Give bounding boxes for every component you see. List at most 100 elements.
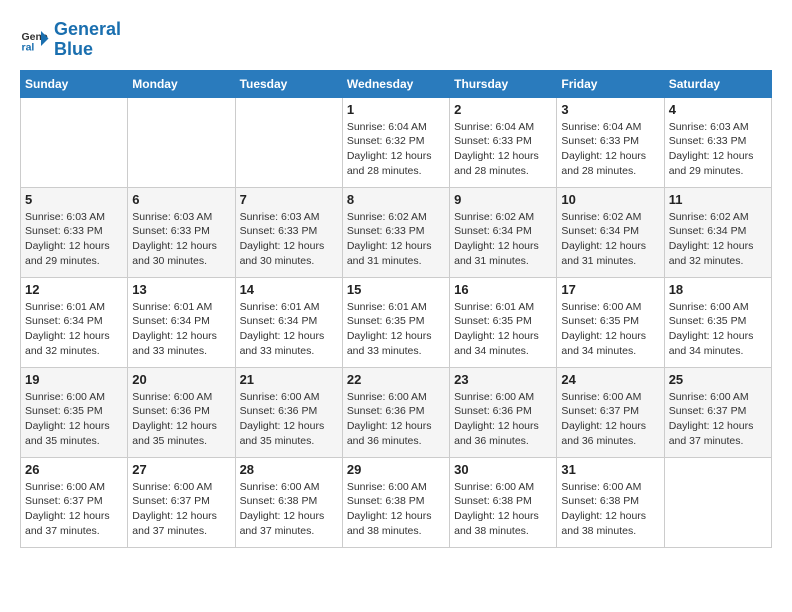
day-number: 9 [454,192,552,207]
calendar-cell: 1Sunrise: 6:04 AM Sunset: 6:32 PM Daylig… [342,97,449,187]
calendar-cell: 7Sunrise: 6:03 AM Sunset: 6:33 PM Daylig… [235,187,342,277]
day-info: Sunrise: 6:02 AM Sunset: 6:33 PM Dayligh… [347,210,445,269]
column-header-thursday: Thursday [450,70,557,97]
logo-text-line1: General [54,20,121,40]
day-number: 23 [454,372,552,387]
day-number: 6 [132,192,230,207]
calendar-cell: 6 Sunrise: 6:03 AM Sunset: 6:33 PM Daylig… [128,187,235,277]
day-number: 30 [454,462,552,477]
calendar-cell: 22Sunrise: 6:00 AM Sunset: 6:36 PM Dayli… [342,367,449,457]
day-number: 13 [132,282,230,297]
calendar-cell [235,97,342,187]
day-info: Sunrise: 6:00 AM Sunset: 6:36 PM Dayligh… [454,390,552,449]
calendar-cell: 29 Sunrise: 6:00 AM Sunset: 6:38 PM Dayli… [342,457,449,547]
day-info: Sunrise: 6:01 AM Sunset: 6:35 PM Dayligh… [454,300,552,359]
day-info: Sunrise: 6:04 AM Sunset: 6:33 PM Dayligh… [454,120,552,179]
day-number: 7 [240,192,338,207]
day-number: 12 [25,282,123,297]
day-number: 31 [561,462,659,477]
day-number: 21 [240,372,338,387]
calendar-cell: 30 Sunrise: 6:00 AM Sunset: 6:38 PM Dayli… [450,457,557,547]
column-header-saturday: Saturday [664,70,771,97]
day-number: 16 [454,282,552,297]
day-number: 3 [561,102,659,117]
day-info: Sunrise: 6:01 AM Sunset: 6:34 PM Dayligh… [240,300,338,359]
day-number: 2 [454,102,552,117]
column-header-tuesday: Tuesday [235,70,342,97]
day-number: 19 [25,372,123,387]
calendar-cell [21,97,128,187]
calendar-cell: 21 Sunrise: 6:00 AM Sunset: 6:36 PM Dayli… [235,367,342,457]
calendar-week-row: 12 Sunrise: 6:01 AM Sunset: 6:34 PM Dayli… [21,277,772,367]
calendar-week-row: 19 Sunrise: 6:00 AM Sunset: 6:35 PM Dayli… [21,367,772,457]
day-info: Sunrise: 6:00 AM Sunset: 6:37 PM Dayligh… [25,480,123,539]
day-info: Sunrise: 6:02 AM Sunset: 6:34 PM Dayligh… [669,210,767,269]
day-info: Sunrise: 6:01 AM Sunset: 6:35 PM Dayligh… [347,300,445,359]
calendar-cell: 4Sunrise: 6:03 AM Sunset: 6:33 PM Daylig… [664,97,771,187]
day-number: 5 [25,192,123,207]
calendar-cell: 25Sunrise: 6:00 AM Sunset: 6:37 PM Dayli… [664,367,771,457]
calendar-cell: 31 Sunrise: 6:00 AM Sunset: 6:38 PM Dayli… [557,457,664,547]
calendar-cell: 27Sunrise: 6:00 AM Sunset: 6:37 PM Dayli… [128,457,235,547]
calendar-cell: 3 Sunrise: 6:04 AM Sunset: 6:33 PM Daylig… [557,97,664,187]
calendar-cell: 5 Sunrise: 6:03 AM Sunset: 6:33 PM Daylig… [21,187,128,277]
day-number: 20 [132,372,230,387]
day-info: Sunrise: 6:00 AM Sunset: 6:37 PM Dayligh… [669,390,767,449]
calendar-cell: 19 Sunrise: 6:00 AM Sunset: 6:35 PM Dayli… [21,367,128,457]
column-header-friday: Friday [557,70,664,97]
calendar-cell: 18Sunrise: 6:00 AM Sunset: 6:35 PM Dayli… [664,277,771,367]
calendar-cell: 17 Sunrise: 6:00 AM Sunset: 6:35 PM Dayli… [557,277,664,367]
column-header-sunday: Sunday [21,70,128,97]
calendar-week-row: 26 Sunrise: 6:00 AM Sunset: 6:37 PM Dayli… [21,457,772,547]
day-info: Sunrise: 6:03 AM Sunset: 6:33 PM Dayligh… [132,210,230,269]
day-info: Sunrise: 6:03 AM Sunset: 6:33 PM Dayligh… [25,210,123,269]
calendar-cell: 23 Sunrise: 6:00 AM Sunset: 6:36 PM Dayli… [450,367,557,457]
logo-text-line2: Blue [54,40,121,60]
day-info: Sunrise: 6:04 AM Sunset: 6:33 PM Dayligh… [561,120,659,179]
day-number: 22 [347,372,445,387]
calendar-cell: 15 Sunrise: 6:01 AM Sunset: 6:35 PM Dayli… [342,277,449,367]
day-info: Sunrise: 6:00 AM Sunset: 6:35 PM Dayligh… [25,390,123,449]
day-number: 26 [25,462,123,477]
calendar-week-row: 5 Sunrise: 6:03 AM Sunset: 6:33 PM Daylig… [21,187,772,277]
calendar-cell: 9 Sunrise: 6:02 AM Sunset: 6:34 PM Daylig… [450,187,557,277]
day-info: Sunrise: 6:01 AM Sunset: 6:34 PM Dayligh… [132,300,230,359]
calendar-header-row: SundayMondayTuesdayWednesdayThursdayFrid… [21,70,772,97]
logo: Gene ral General Blue [20,20,121,60]
day-number: 11 [669,192,767,207]
calendar-cell: 2 Sunrise: 6:04 AM Sunset: 6:33 PM Daylig… [450,97,557,187]
day-number: 14 [240,282,338,297]
day-number: 28 [240,462,338,477]
calendar-cell: 8 Sunrise: 6:02 AM Sunset: 6:33 PM Daylig… [342,187,449,277]
calendar-cell: 14 Sunrise: 6:01 AM Sunset: 6:34 PM Dayli… [235,277,342,367]
day-number: 4 [669,102,767,117]
day-info: Sunrise: 6:04 AM Sunset: 6:32 PM Dayligh… [347,120,445,179]
day-number: 24 [561,372,659,387]
day-number: 17 [561,282,659,297]
day-info: Sunrise: 6:00 AM Sunset: 6:36 PM Dayligh… [240,390,338,449]
calendar-cell: 13 Sunrise: 6:01 AM Sunset: 6:34 PM Dayli… [128,277,235,367]
header: Gene ral General Blue [20,20,772,60]
column-header-monday: Monday [128,70,235,97]
calendar-cell: 16 Sunrise: 6:01 AM Sunset: 6:35 PM Dayli… [450,277,557,367]
day-number: 29 [347,462,445,477]
day-info: Sunrise: 6:00 AM Sunset: 6:38 PM Dayligh… [561,480,659,539]
day-info: Sunrise: 6:00 AM Sunset: 6:37 PM Dayligh… [561,390,659,449]
calendar-table: SundayMondayTuesdayWednesdayThursdayFrid… [20,70,772,548]
column-header-wednesday: Wednesday [342,70,449,97]
svg-text:ral: ral [22,41,35,53]
calendar-cell: 12 Sunrise: 6:01 AM Sunset: 6:34 PM Dayli… [21,277,128,367]
day-info: Sunrise: 6:00 AM Sunset: 6:38 PM Dayligh… [454,480,552,539]
day-info: Sunrise: 6:02 AM Sunset: 6:34 PM Dayligh… [454,210,552,269]
day-info: Sunrise: 6:01 AM Sunset: 6:34 PM Dayligh… [25,300,123,359]
calendar-cell: 11 Sunrise: 6:02 AM Sunset: 6:34 PM Dayli… [664,187,771,277]
day-info: Sunrise: 6:00 AM Sunset: 6:38 PM Dayligh… [347,480,445,539]
calendar-cell: 26 Sunrise: 6:00 AM Sunset: 6:37 PM Dayli… [21,457,128,547]
day-number: 8 [347,192,445,207]
calendar-cell [128,97,235,187]
day-info: Sunrise: 6:00 AM Sunset: 6:35 PM Dayligh… [561,300,659,359]
day-number: 18 [669,282,767,297]
day-number: 15 [347,282,445,297]
calendar-week-row: 1Sunrise: 6:04 AM Sunset: 6:32 PM Daylig… [21,97,772,187]
calendar-cell: 10Sunrise: 6:02 AM Sunset: 6:34 PM Dayli… [557,187,664,277]
